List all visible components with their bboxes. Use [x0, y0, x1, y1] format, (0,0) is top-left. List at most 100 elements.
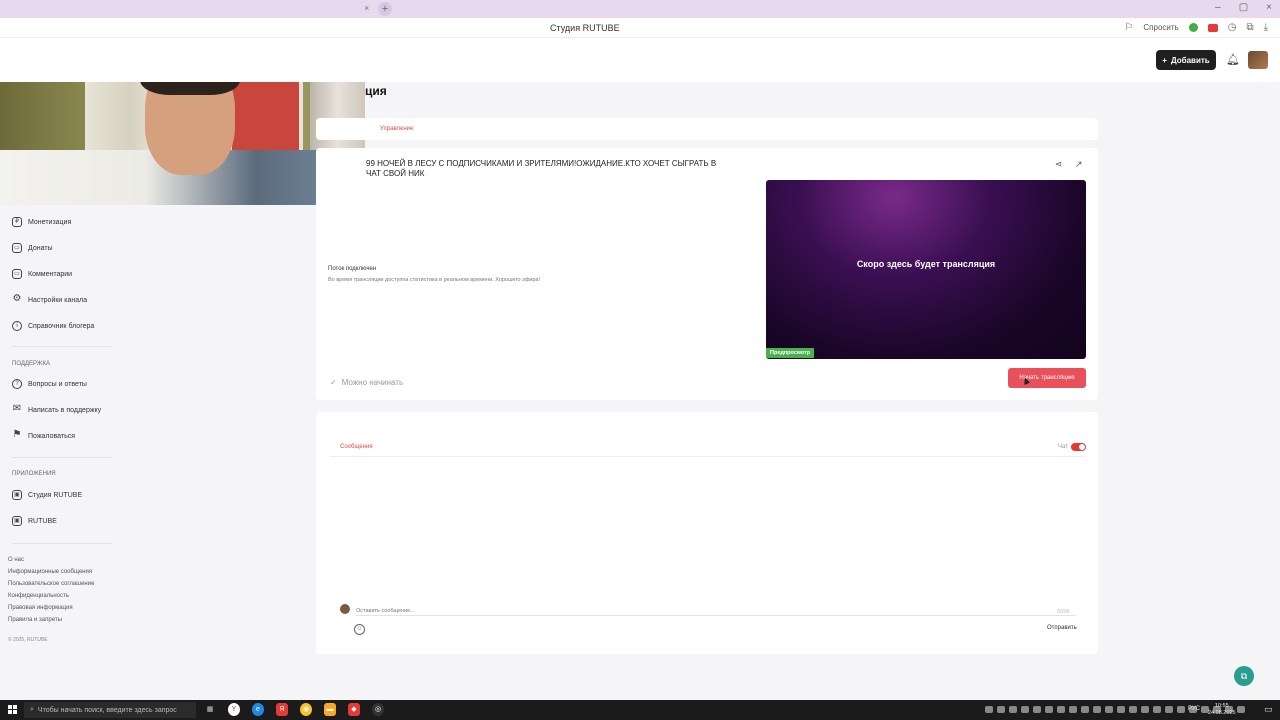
- history-icon[interactable]: ◷: [1228, 22, 1237, 33]
- page-header: [0, 38, 1280, 82]
- tray-icon[interactable]: [1165, 706, 1173, 713]
- footer-link-about[interactable]: О нас: [8, 557, 24, 563]
- tray-icon[interactable]: [1129, 706, 1137, 713]
- sidebar-divider: [12, 457, 112, 458]
- avatar[interactable]: [1248, 51, 1268, 69]
- sidebar-section-apps: Приложения: [12, 471, 56, 477]
- sidebar-item-blogger-guide[interactable]: i Справочник блогера: [12, 321, 94, 331]
- minimize-button[interactable]: –: [1215, 2, 1221, 13]
- edge-icon[interactable]: e: [252, 703, 264, 716]
- tab-manage[interactable]: Управление: [380, 126, 413, 132]
- tray-icon[interactable]: [1081, 706, 1089, 713]
- bell-icon[interactable]: 🔔︎: [1226, 53, 1240, 66]
- obs-icon[interactable]: ◎: [372, 703, 384, 716]
- yandex-browser-icon[interactable]: Y: [228, 703, 240, 716]
- sidebar-item-monetization[interactable]: ₽ Монетизация: [12, 217, 71, 227]
- clock-time: 10:55: [1214, 703, 1229, 709]
- sidebar-item-faq[interactable]: ? Вопросы и ответы: [12, 379, 87, 389]
- footer-link-privacy[interactable]: Конфиденциальность: [8, 593, 69, 599]
- close-window-button[interactable]: ×: [1266, 2, 1272, 13]
- preview-badge: Предпросмотр: [766, 348, 815, 358]
- download-icon[interactable]: ⤓: [1264, 22, 1268, 33]
- tray-icon[interactable]: [1117, 706, 1125, 713]
- tray-icon[interactable]: [1177, 706, 1185, 713]
- browser-tabbar: × + – ▢ ×: [0, 0, 1280, 18]
- money-icon: ₽: [12, 217, 22, 227]
- check-icon: ✓: [330, 378, 337, 387]
- message-input[interactable]: [356, 606, 1076, 616]
- new-tab-button[interactable]: +: [378, 2, 392, 16]
- sidebar-item-donates[interactable]: ▭ Донаты: [12, 243, 53, 253]
- tray-icon[interactable]: [997, 706, 1005, 713]
- search-icon: ⌕: [30, 706, 34, 713]
- clock[interactable]: 10:55 24.08.2025: [1208, 703, 1236, 717]
- footer-link-info-messages[interactable]: Информационные сообщения: [8, 569, 92, 575]
- ask-button[interactable]: Спросить: [1143, 23, 1178, 32]
- tray-icon[interactable]: [1105, 706, 1113, 713]
- tray-icon[interactable]: [1057, 706, 1065, 713]
- footer-link-legal[interactable]: Правовая информация: [8, 605, 73, 611]
- sidebar-item-label: Написать в поддержку: [28, 406, 102, 414]
- send-button[interactable]: Отправить: [1047, 625, 1077, 631]
- help-chat-button[interactable]: ⧉: [1234, 666, 1254, 686]
- tray-icon[interactable]: [1153, 706, 1161, 713]
- question-icon: ?: [12, 379, 22, 389]
- sidebar-item-label: Студия RUTUBE: [28, 491, 83, 499]
- donate-icon: ▭: [12, 243, 22, 253]
- sidebar-item-comments[interactable]: ▭ Комментарии: [12, 269, 72, 279]
- extensions-icon[interactable]: ⧉: [1246, 22, 1253, 33]
- sidebar-item-label: RUTUBE: [28, 517, 57, 525]
- tray-icon[interactable]: [1237, 706, 1245, 713]
- yandex-icon[interactable]: Я: [276, 703, 288, 716]
- sidebar-divider: [12, 543, 112, 544]
- folder-icon[interactable]: ▬: [324, 703, 336, 716]
- bookmark-icon[interactable]: ⚐: [1124, 22, 1133, 33]
- language-indicator[interactable]: РУС: [1188, 706, 1200, 712]
- tray-icon[interactable]: [985, 706, 993, 713]
- tray-icon[interactable]: [1141, 706, 1149, 713]
- add-button-label: Добавить: [1170, 55, 1210, 65]
- message-counter: 0/200: [1057, 609, 1070, 615]
- tray-icon[interactable]: [1093, 706, 1101, 713]
- tab-close-icon[interactable]: ×: [364, 3, 369, 13]
- tab-messages[interactable]: Сообщения: [340, 444, 373, 450]
- sidebar-item-contact-support[interactable]: ✉ Написать в поддержку: [12, 403, 102, 415]
- emoji-icon[interactable]: ☺: [354, 624, 365, 635]
- sidebar-item-label: Комментарии: [28, 270, 73, 278]
- app-icon[interactable]: ◆: [348, 703, 360, 716]
- windows-start-icon[interactable]: [8, 705, 17, 714]
- taskbar-search[interactable]: ⌕ Чтобы начать поиск, введите здесь запр…: [24, 702, 196, 718]
- footer-link-user-agreement[interactable]: Пользовательское соглашение: [8, 581, 94, 587]
- tray-icon[interactable]: [1021, 706, 1029, 713]
- mail-icon: ✉: [12, 403, 22, 414]
- external-link-icon[interactable]: ↗: [1075, 159, 1083, 170]
- chat-toggle[interactable]: [1071, 443, 1086, 451]
- sidebar-item-report[interactable]: ⚑ Пожаловаться: [12, 430, 76, 441]
- tray-icon[interactable]: [1009, 706, 1017, 713]
- add-button[interactable]: + Добавить: [1156, 50, 1216, 70]
- sidebar-item-rutube[interactable]: ▣ RUTUBE: [12, 516, 57, 526]
- rutube-icon: ▣: [12, 516, 22, 526]
- stream-status-title: Поток подключен: [328, 266, 377, 272]
- chat-card: [316, 412, 1098, 654]
- stream-preview[interactable]: [766, 180, 1086, 359]
- copyright: © 2025, RUTUBE: [8, 637, 48, 643]
- task-view-icon[interactable]: ▦: [204, 703, 216, 716]
- tray-icon[interactable]: [1069, 706, 1077, 713]
- record-icon[interactable]: [1207, 23, 1218, 32]
- sidebar-item-channel-settings[interactable]: ⚙ Настройки канала: [12, 294, 88, 305]
- notification-icon[interactable]: ▭: [1264, 704, 1273, 715]
- tray-icon[interactable]: [1045, 706, 1053, 713]
- share-icon[interactable]: ⋖: [1055, 159, 1063, 170]
- start-stream-button[interactable]: Начать трансляцию: [1008, 368, 1086, 388]
- chrome-icon[interactable]: ◉: [300, 703, 312, 716]
- tray-icon[interactable]: [1033, 706, 1041, 713]
- sidebar-item-studio[interactable]: ▣ Студия RUTUBE: [12, 490, 82, 500]
- check-icon[interactable]: [1188, 23, 1198, 32]
- footer-link-rules[interactable]: Правила и запреты: [8, 617, 62, 623]
- taskbar: ⌕ Чтобы начать поиск, введите здесь запр…: [0, 700, 1280, 720]
- system-tray: [985, 706, 1245, 713]
- clock-date: 24.08.2025: [1208, 710, 1236, 716]
- taskbar-search-placeholder: Чтобы начать поиск, введите здесь запрос: [37, 706, 177, 714]
- maximize-button[interactable]: ▢: [1239, 2, 1248, 13]
